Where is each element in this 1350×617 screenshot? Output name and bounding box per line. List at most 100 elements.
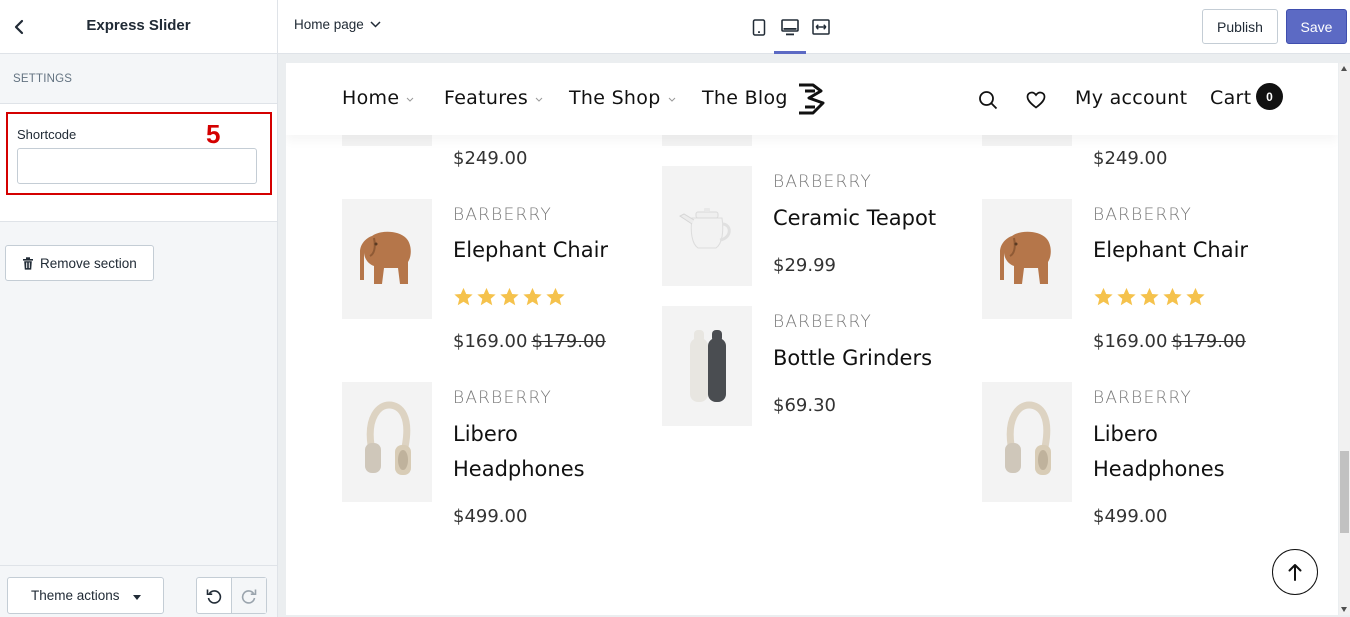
- chevron-down-icon: [370, 21, 381, 28]
- product-image-libero-headphones[interactable]: [342, 382, 432, 502]
- shortcode-input[interactable]: [17, 148, 257, 184]
- product-image-elephant-chair[interactable]: [982, 199, 1072, 319]
- store-logo[interactable]: [794, 81, 828, 117]
- preview-area: Home Features The Shop The Blog My accou…: [278, 54, 1350, 617]
- product-list-section: $249.00 $249.00 BARBERRY Elephant Chair …: [286, 63, 1338, 615]
- star-icon: [1140, 287, 1159, 306]
- caret-down-icon: [133, 595, 141, 600]
- star-icon: [546, 287, 565, 306]
- star-icon: [500, 287, 519, 306]
- product-image-elephant-chair[interactable]: [342, 199, 432, 319]
- product-rating: [1093, 287, 1206, 307]
- wishlist-button[interactable]: [1024, 88, 1048, 112]
- sidebar-title: Express Slider: [86, 17, 191, 34]
- star-icon: [523, 287, 542, 306]
- product-price: $499.00: [453, 506, 528, 527]
- star-icon: [1094, 287, 1113, 306]
- theme-actions-label: Theme actions: [31, 588, 120, 603]
- product-price: $169.00 $179.00: [453, 331, 606, 352]
- product-brand: BARBERRY: [453, 205, 552, 225]
- heart-icon: [1026, 91, 1046, 109]
- undo-redo-group: [196, 577, 267, 614]
- editor-topbar: Home page Publish Save: [278, 0, 1350, 54]
- nav-item-home[interactable]: Home: [342, 87, 414, 109]
- cart-link[interactable]: Cart: [1210, 87, 1251, 109]
- teapot-image: [679, 208, 731, 249]
- product-name[interactable]: Libero Headphones: [1093, 417, 1225, 487]
- product-brand: BARBERRY: [773, 312, 872, 332]
- product-image-libero-headphones[interactable]: [982, 382, 1072, 502]
- storefront-preview: Home Features The Shop The Blog My accou…: [286, 63, 1338, 615]
- chevron-down-icon: [406, 97, 414, 102]
- scrollbar-thumb[interactable]: [1340, 451, 1349, 533]
- editor-sidebar: Express Slider SETTINGS 5 Shortcode Remo…: [0, 0, 278, 617]
- product-price: $499.00: [1093, 506, 1168, 527]
- star-icon: [477, 287, 496, 306]
- redo-button[interactable]: [231, 578, 266, 613]
- sale-price: $169.00: [1093, 331, 1168, 352]
- desktop-view-button[interactable]: [774, 15, 806, 54]
- nav-item-the-blog[interactable]: The Blog: [702, 87, 788, 109]
- product-price: $249.00: [453, 148, 528, 169]
- annotation-marker: 5: [206, 119, 221, 149]
- headphones-image: [365, 401, 411, 475]
- mobile-view-button[interactable]: [747, 15, 771, 39]
- nav-item-the-shop[interactable]: The Shop: [569, 87, 676, 109]
- star-icon: [454, 287, 473, 306]
- preview-scrollbar[interactable]: [1339, 63, 1350, 615]
- chevron-down-icon: [668, 97, 675, 102]
- store-navigation: Home Features The Shop The Blog My accou…: [286, 63, 1338, 135]
- product-image-bottle-grinders[interactable]: [662, 306, 752, 426]
- product-brand: BARBERRY: [1093, 205, 1192, 225]
- product-price: $69.30: [773, 395, 836, 416]
- product-brand: BARBERRY: [453, 388, 552, 408]
- sidebar-footer: Theme actions: [0, 565, 277, 617]
- scroll-up-arrow-icon[interactable]: [1341, 66, 1347, 71]
- page-selector-label: Home page: [294, 17, 364, 32]
- product-name[interactable]: Bottle Grinders: [773, 341, 932, 376]
- page-selector[interactable]: Home page: [294, 17, 381, 32]
- scroll-to-top-button[interactable]: [1272, 549, 1318, 595]
- save-button[interactable]: Save: [1286, 9, 1347, 44]
- product-name[interactable]: Ceramic Teapot: [773, 201, 936, 236]
- star-icon: [1117, 287, 1136, 306]
- headphones-image: [1005, 401, 1051, 475]
- product-price: $249.00: [1093, 148, 1168, 169]
- bottle-grinders-image: [690, 330, 726, 402]
- publish-button[interactable]: Publish: [1202, 9, 1278, 44]
- old-price: $179.00: [531, 331, 606, 352]
- settings-section-label: SETTINGS: [0, 54, 277, 104]
- remove-section-button[interactable]: Remove section: [5, 245, 154, 281]
- redo-icon: [241, 589, 257, 604]
- undo-button[interactable]: [197, 578, 231, 613]
- fullscreen-view-button[interactable]: [809, 15, 833, 39]
- old-price: $179.00: [1171, 331, 1246, 352]
- my-account-link[interactable]: My account: [1075, 87, 1187, 109]
- product-name[interactable]: Elephant Chair: [453, 233, 608, 268]
- elephant-chair-image: [360, 231, 411, 284]
- logo-icon: [799, 83, 825, 115]
- product-name[interactable]: Libero Headphones: [453, 417, 585, 487]
- search-icon: [979, 91, 998, 110]
- product-price: $29.99: [773, 255, 836, 276]
- theme-actions-button[interactable]: Theme actions: [7, 577, 164, 614]
- product-brand: BARBERRY: [773, 172, 872, 192]
- search-button[interactable]: [976, 88, 1000, 112]
- nav-item-features[interactable]: Features: [444, 87, 543, 109]
- star-icon: [1163, 287, 1182, 306]
- elephant-chair-image: [1000, 231, 1051, 284]
- sale-price: $169.00: [453, 331, 528, 352]
- expand-horizontal-icon: [812, 19, 830, 35]
- shortcode-label: Shortcode: [17, 127, 77, 142]
- scroll-down-arrow-icon[interactable]: [1341, 607, 1347, 612]
- product-name[interactable]: Elephant Chair: [1093, 233, 1248, 268]
- product-image-ceramic-teapot[interactable]: [662, 166, 752, 286]
- settings-panel: 5 Shortcode: [0, 104, 277, 222]
- product-brand: BARBERRY: [1093, 388, 1192, 408]
- remove-section-label: Remove section: [40, 255, 137, 271]
- mobile-icon: [752, 18, 766, 36]
- desktop-icon: [781, 18, 799, 35]
- undo-icon: [206, 589, 222, 604]
- chevron-down-icon: [535, 97, 543, 102]
- trash-icon: [23, 256, 33, 270]
